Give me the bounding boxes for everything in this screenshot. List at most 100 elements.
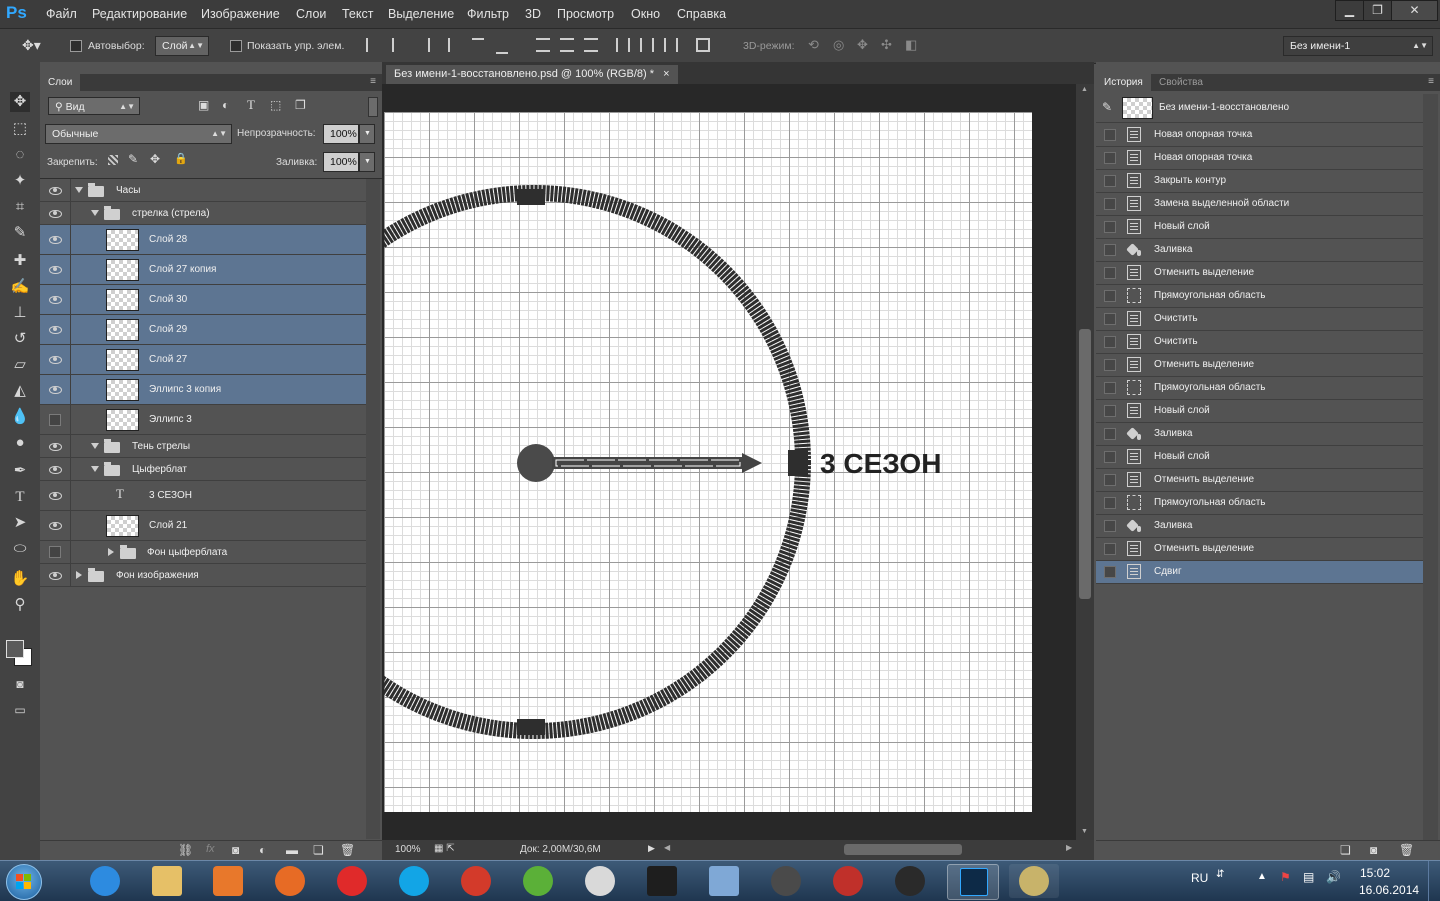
distribute-left-icon[interactable] xyxy=(616,38,630,52)
layer-group-clock[interactable]: Часы xyxy=(40,179,366,202)
foreground-color-swatch[interactable] xyxy=(6,640,24,658)
magic-wand-tool-icon[interactable]: ✦ xyxy=(10,171,30,191)
filter-pixel-icon[interactable]: ▣ xyxy=(198,98,209,112)
start-button[interactable] xyxy=(6,864,42,900)
history-item[interactable]: Отменить выделение xyxy=(1096,538,1423,561)
menu-window[interactable]: Окно xyxy=(631,7,660,21)
status-menu-arrow-icon[interactable]: ▶ xyxy=(648,843,655,854)
network-tray-icon[interactable]: ▤ xyxy=(1303,870,1314,884)
quick-mask-icon[interactable]: ◙ xyxy=(10,674,30,694)
tray-expand-icon[interactable]: ▲ xyxy=(1257,871,1267,882)
distribute-top-icon[interactable] xyxy=(536,38,550,52)
lasso-tool-icon[interactable]: ◌ xyxy=(10,145,30,165)
marquee-tool-icon[interactable]: ⬚ xyxy=(10,119,30,139)
add-mask-icon[interactable]: ◙ xyxy=(232,843,239,857)
collapse-triangle-icon[interactable] xyxy=(76,571,82,579)
history-item[interactable]: Заливка xyxy=(1096,515,1423,538)
stalker-icon[interactable] xyxy=(885,864,935,898)
photoshop-taskbar-icon[interactable] xyxy=(947,864,999,900)
eye-icon[interactable] xyxy=(48,183,62,197)
skype-icon[interactable] xyxy=(389,864,439,898)
blend-mode-dropdown[interactable]: Обычные ▲▼ xyxy=(45,124,232,144)
yandex-browser-icon[interactable] xyxy=(327,864,377,898)
menu-view[interactable]: Просмотр xyxy=(557,7,614,21)
brush-tool-icon[interactable]: ✍ xyxy=(10,277,30,297)
zoom-level[interactable]: 100% xyxy=(395,844,421,855)
autoselect-dropdown[interactable]: Слой ▲▼ xyxy=(155,36,209,56)
status-icons[interactable]: ▦ ⇱ xyxy=(434,843,455,854)
eye-icon[interactable] xyxy=(48,322,62,336)
crop-tool-icon[interactable]: ⌗ xyxy=(10,197,30,217)
layer-row[interactable]: Слой 27 xyxy=(40,345,366,375)
vertical-scrollbar[interactable]: ▲ ▼ xyxy=(1076,84,1094,840)
delete-layer-icon[interactable]: 🗑 xyxy=(340,843,355,857)
history-item[interactable]: Прямоугольная область xyxy=(1096,377,1423,400)
autoselect-checkbox[interactable] xyxy=(70,40,82,52)
pen-tool-icon[interactable]: ✒ xyxy=(10,461,30,481)
filter-shape-icon[interactable]: ⬚ xyxy=(270,98,281,112)
lock-transparency-icon[interactable] xyxy=(108,155,118,165)
3d-slide-icon[interactable]: ✣ xyxy=(881,37,892,53)
visibility-off-box[interactable] xyxy=(49,414,61,426)
distribute-bottom-icon[interactable] xyxy=(584,38,598,52)
layer-row-text[interactable]: T 3 СЕЗОН xyxy=(40,481,366,511)
scroll-left-icon[interactable]: ◀ xyxy=(664,843,670,852)
history-item[interactable]: Закрыть контур xyxy=(1096,170,1423,193)
minimize-button[interactable]: ▁ xyxy=(1335,0,1364,21)
ccleaner-icon[interactable] xyxy=(451,864,501,898)
history-item[interactable]: Очистить xyxy=(1096,331,1423,354)
align-vcenter-icon[interactable] xyxy=(392,38,406,52)
close-window-button[interactable]: ✕ xyxy=(1391,0,1438,21)
layer-row[interactable]: Слой 28 xyxy=(40,225,366,255)
collapse-triangle-icon[interactable] xyxy=(108,548,114,556)
eye-icon[interactable] xyxy=(48,488,62,502)
history-item[interactable]: Новая опорная точка xyxy=(1096,124,1423,147)
history-item[interactable]: Отменить выделение xyxy=(1096,262,1423,285)
workspace-dropdown[interactable]: Без имени-1 ▲▼ xyxy=(1283,36,1433,56)
expand-triangle-icon[interactable] xyxy=(75,187,83,193)
visibility-off-box[interactable] xyxy=(49,546,61,558)
menu-edit[interactable]: Редактирование xyxy=(92,7,187,21)
tab-history[interactable]: История xyxy=(1096,74,1151,91)
history-item[interactable]: Новый слой xyxy=(1096,400,1423,423)
history-item[interactable]: Заливка xyxy=(1096,239,1423,262)
panel-menu-icon[interactable]: ≡ xyxy=(370,76,376,87)
explorer-icon[interactable] xyxy=(142,864,192,898)
game-arma-icon[interactable] xyxy=(637,864,687,898)
menu-select[interactable]: Выделение xyxy=(388,7,454,21)
clock-date[interactable]: 16.06.2014 xyxy=(1359,883,1419,897)
media-player-icon[interactable] xyxy=(203,864,253,898)
eye-icon[interactable] xyxy=(48,382,62,396)
mail-agent-icon[interactable] xyxy=(575,864,625,898)
paint-icon[interactable] xyxy=(1009,864,1059,898)
action-center-flag-icon[interactable]: ⚑ xyxy=(1280,870,1291,884)
eye-icon[interactable] xyxy=(48,292,62,306)
restore-button[interactable]: ❐ xyxy=(1363,0,1392,21)
layer-row[interactable]: Эллипс 3 xyxy=(40,405,366,435)
distribute-hcenter-icon[interactable] xyxy=(640,38,654,52)
utorrent-icon[interactable] xyxy=(513,864,563,898)
eye-icon[interactable] xyxy=(48,206,62,220)
menu-3d[interactable]: 3D xyxy=(525,7,541,21)
opacity-input[interactable]: 100% xyxy=(323,124,359,144)
menu-help[interactable]: Справка xyxy=(677,7,726,21)
eraser-tool-icon[interactable]: ▱ xyxy=(10,355,30,375)
zoom-tool-icon[interactable]: ⚲ xyxy=(10,595,30,615)
document-tab[interactable]: Без имени-1-восстановлено.psd @ 100% (RG… xyxy=(386,65,678,84)
ellipse-tool-icon[interactable]: ⬭ xyxy=(10,539,30,559)
path-selection-tool-icon[interactable]: ➤ xyxy=(10,513,30,533)
history-scrollbar[interactable] xyxy=(1423,94,1438,840)
ie-icon[interactable] xyxy=(80,864,130,898)
layer-row[interactable]: Слой 29 xyxy=(40,315,366,345)
language-indicator[interactable]: RU xyxy=(1191,871,1208,885)
layer-row[interactable]: Эллипс 3 копия xyxy=(40,375,366,405)
3d-roll-icon[interactable]: ◎ xyxy=(833,37,844,53)
layer-group-dial[interactable]: Цыферблат xyxy=(40,458,366,481)
align-left-icon[interactable] xyxy=(448,38,462,52)
link-layers-icon[interactable]: ⛓ xyxy=(178,843,193,857)
tab-layers[interactable]: Слои xyxy=(40,74,81,91)
close-document-icon[interactable]: × xyxy=(663,68,669,80)
blur-tool-icon[interactable]: 💧 xyxy=(10,407,30,427)
game-launcher-icon[interactable] xyxy=(823,864,873,898)
eye-icon[interactable] xyxy=(48,352,62,366)
